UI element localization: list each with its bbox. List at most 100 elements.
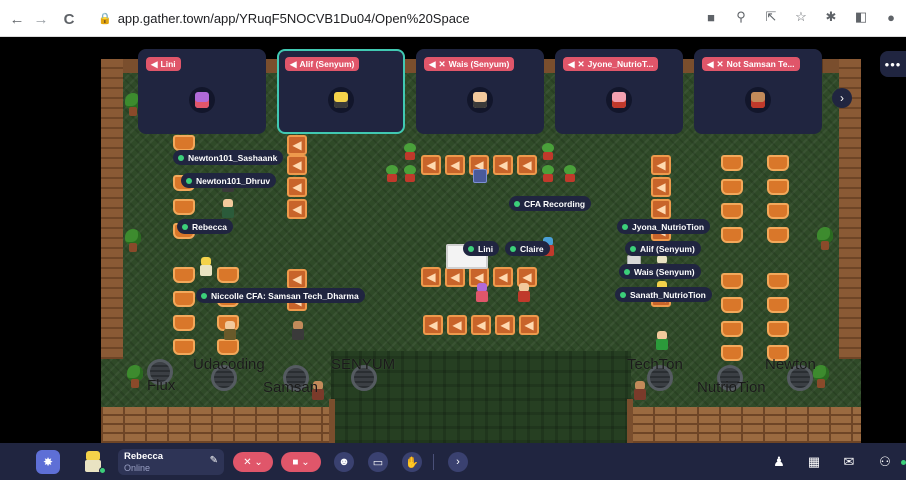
- back-icon[interactable]: ←: [6, 8, 28, 30]
- chair: [173, 291, 195, 307]
- avatar[interactable]: [655, 331, 669, 351]
- megaphone-tile: ◀: [445, 155, 465, 175]
- megaphone-tile: ◀: [471, 315, 491, 335]
- player-name: Rebecca: [192, 221, 227, 232]
- chair: [721, 321, 743, 337]
- chair: [721, 345, 743, 361]
- area-label: NutrioTion: [697, 379, 766, 396]
- online-status-dot: [901, 460, 906, 465]
- wall-bottom-left: [101, 407, 331, 443]
- area-label: Newton: [765, 356, 816, 373]
- plant: [127, 365, 143, 389]
- megaphone-icon: ◀: [707, 58, 714, 69]
- sidepanel-icon[interactable]: ◧: [852, 8, 870, 26]
- video-tile-lini[interactable]: ◀ Lini: [138, 49, 266, 134]
- expand-toolbar-button[interactable]: ›: [448, 452, 468, 472]
- megaphone-tile: ◀: [423, 315, 443, 335]
- online-status-dot: [99, 467, 106, 474]
- bottom-toolbar: ✸ Rebecca Online ✎ ✕ ⌄ ■ ⌄ ☻ ▭ ✋ › ♟ ▦ ✉…: [0, 443, 906, 480]
- avatar[interactable]: [199, 257, 213, 277]
- video-tile-not-samsan[interactable]: ◀ ✕ Not Samsan Te...: [694, 49, 822, 134]
- player-name: Jyona_NutrioTion: [632, 221, 705, 232]
- player-tag[interactable]: Newton101_Dhruv: [181, 173, 277, 188]
- player-tag[interactable]: Niccolle CFA: Samsan Tech_Dharma: [196, 288, 365, 303]
- player-tag[interactable]: Newton101_Sashaank: [173, 150, 284, 165]
- chair: [173, 339, 195, 355]
- player-tag[interactable]: Wais (Senyum): [619, 264, 701, 279]
- edit-icon[interactable]: ✎: [210, 455, 218, 466]
- extensions-icon[interactable]: ✱: [822, 8, 840, 26]
- video-tile-jyone[interactable]: ◀ ✕ Jyone_NutrioT...: [555, 49, 683, 134]
- player-tag[interactable]: Alif (Senyum): [625, 241, 701, 256]
- avatar[interactable]: [475, 283, 489, 303]
- player-tag[interactable]: CFA Recording: [509, 196, 592, 211]
- megaphone-icon: ◀: [151, 58, 158, 69]
- emoji-button[interactable]: ☻: [334, 452, 354, 472]
- participant-video-strip: ◀ Lini ◀ Alif (Senyum) ◀ ✕ Wais (Senyum) ◀ ✕ J…: [138, 49, 822, 134]
- online-status-dot: [201, 292, 207, 299]
- my-avatar[interactable]: [83, 451, 106, 474]
- address-bar[interactable]: 🔒 app.gather.town/app/YRuqF5NOCVB1Du04/O…: [98, 6, 648, 31]
- avatar[interactable]: [291, 321, 305, 341]
- corridor-wall-left: [329, 399, 335, 443]
- chair: [767, 203, 789, 219]
- avatar[interactable]: [223, 321, 237, 341]
- chair: [721, 179, 743, 195]
- player-name: Sanath_NutrioTion: [630, 289, 706, 300]
- potted-plant: [563, 165, 577, 183]
- screen-share-button[interactable]: ▭: [368, 452, 388, 472]
- player-tag[interactable]: Lini: [463, 241, 500, 256]
- chair: [173, 135, 195, 151]
- area-label: Flux: [147, 377, 176, 394]
- megaphone-tile: ◀: [517, 155, 537, 175]
- online-status-dot: [624, 268, 630, 275]
- player-name: Lini: [478, 243, 494, 254]
- chair: [767, 321, 789, 337]
- potted-plant: [403, 143, 417, 161]
- potted-plant: [541, 143, 555, 161]
- sign-post[interactable]: [473, 169, 487, 183]
- player-tag[interactable]: Sanath_NutrioTion: [615, 287, 712, 302]
- zoom-icon[interactable]: ⚲: [732, 8, 750, 26]
- player-tag[interactable]: Claire: [505, 241, 550, 256]
- potted-plant: [385, 165, 399, 183]
- chair: [767, 227, 789, 243]
- url-text: app.gather.town/app/YRuqF5NOCVB1Du04/Ope…: [117, 11, 470, 26]
- chair: [217, 267, 239, 283]
- video-tile-wais[interactable]: ◀ ✕ Wais (Senyum): [416, 49, 544, 134]
- avatar[interactable]: [221, 199, 235, 219]
- build-icon[interactable]: ♟: [770, 453, 788, 471]
- megaphone-tile: ◀: [287, 199, 307, 219]
- player-tag[interactable]: Jyona_NutrioTion: [617, 219, 711, 234]
- participant-avatar: [189, 87, 215, 113]
- camera-toggle[interactable]: ■ ⌄: [281, 452, 321, 472]
- user-status-card[interactable]: Rebecca Online ✎: [118, 449, 224, 475]
- next-tiles-button[interactable]: ›: [832, 88, 852, 108]
- profile-icon[interactable]: ●: [882, 8, 900, 26]
- share-icon[interactable]: ⇱: [762, 8, 780, 26]
- avatar[interactable]: [633, 381, 647, 401]
- player-tag[interactable]: Rebecca: [177, 219, 233, 234]
- online-status-dot: [178, 154, 184, 161]
- gather-menu-button[interactable]: ✸: [36, 450, 60, 474]
- online-status-dot: [468, 245, 474, 252]
- player-name: CFA Recording: [524, 198, 586, 209]
- microphone-toggle[interactable]: ✕ ⌄: [233, 452, 273, 472]
- forward-icon[interactable]: →: [30, 8, 52, 30]
- chat-icon[interactable]: ✉: [840, 453, 858, 471]
- participant-avatar: [606, 87, 632, 113]
- calendar-icon[interactable]: ▦: [805, 453, 823, 471]
- plant: [125, 229, 141, 253]
- more-options-button[interactable]: •••: [880, 51, 906, 77]
- avatar[interactable]: [517, 283, 531, 303]
- area-label: TechTon: [627, 356, 683, 373]
- camera-icon[interactable]: ■: [702, 8, 720, 26]
- reload-icon[interactable]: C: [58, 8, 80, 30]
- video-tile-alif[interactable]: ◀ Alif (Senyum): [277, 49, 405, 134]
- star-icon[interactable]: ☆: [792, 8, 810, 26]
- participants-icon[interactable]: ⚇: [876, 453, 894, 471]
- area-label: SENYUM: [331, 356, 396, 373]
- browser-actions: ■ ⚲ ⇱ ☆ ✱ ◧ ●: [702, 8, 900, 26]
- raise-hand-button[interactable]: ✋: [402, 452, 422, 472]
- corridor-wall-right: [627, 399, 633, 443]
